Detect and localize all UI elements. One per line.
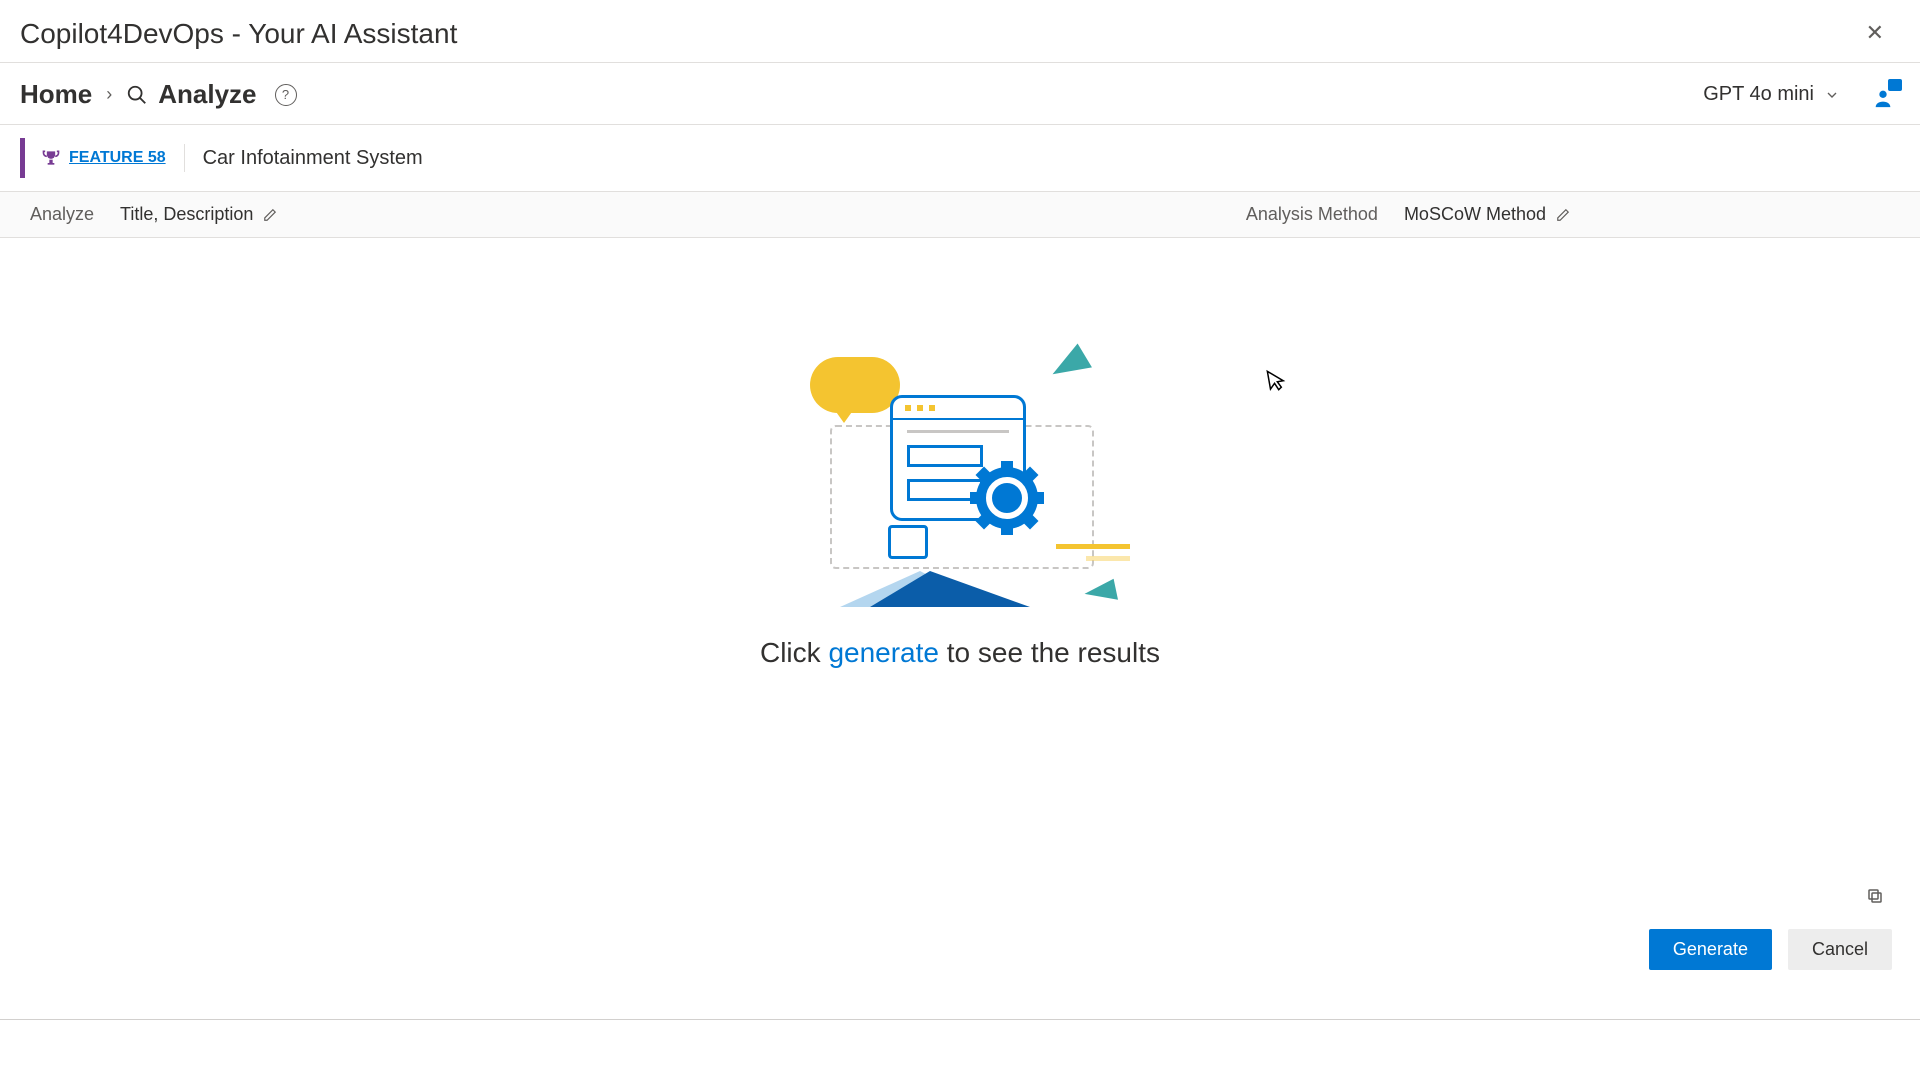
breadcrumb-home[interactable]: Home: [20, 79, 92, 110]
model-selector[interactable]: GPT 4o mini: [1703, 83, 1840, 106]
results-area: Click generate to see the results: [0, 238, 1920, 758]
speech-bubble-icon: [1888, 79, 1902, 91]
feedback-button[interactable]: [1872, 81, 1900, 109]
work-item-accent: [20, 138, 25, 178]
work-item-bar: FEATURE 58 Car Infotainment System: [0, 124, 1920, 192]
close-icon: ✕: [1866, 20, 1884, 45]
trophy-icon: [41, 148, 61, 168]
pencil-icon: [263, 208, 277, 222]
work-item-title: Car Infotainment System: [203, 147, 423, 170]
generate-button[interactable]: Generate: [1649, 929, 1772, 970]
model-selected-label: GPT 4o mini: [1703, 83, 1814, 106]
pencil-icon: [1556, 208, 1570, 222]
footer-divider: [0, 1019, 1920, 1020]
cancel-button[interactable]: Cancel: [1788, 929, 1892, 970]
help-icon[interactable]: ?: [275, 84, 297, 106]
analyze-param-value[interactable]: Title, Description: [120, 204, 277, 225]
analyze-param-label: Analyze: [30, 204, 94, 225]
empty-state-suffix: to see the results: [939, 637, 1160, 668]
breadcrumb-bar: Home › Analyze ? GPT 4o mini: [0, 63, 1920, 124]
cursor-icon: [1265, 367, 1287, 394]
parameters-bar: Analyze Title, Description Analysis Meth…: [0, 192, 1920, 238]
app-title: Copilot4DevOps - Your AI Assistant: [20, 18, 1900, 50]
footer-actions: Generate Cancel: [20, 909, 1892, 970]
empty-state-text: Click generate to see the results: [760, 637, 1160, 669]
work-item-link[interactable]: FEATURE 58: [69, 149, 166, 167]
copy-icon[interactable]: [1866, 887, 1884, 905]
empty-state-illustration: [790, 327, 1130, 607]
search-icon: [126, 84, 148, 106]
empty-state-prefix: Click: [760, 637, 828, 668]
analyze-param-text: Title, Description: [120, 204, 253, 225]
vertical-divider: [184, 144, 185, 172]
method-param-text: MoSCoW Method: [1404, 204, 1546, 225]
chevron-down-icon: [1824, 87, 1840, 103]
chevron-right-icon: ›: [106, 84, 112, 105]
method-param-label: Analysis Method: [1246, 204, 1378, 225]
empty-state-accent: generate: [828, 637, 939, 668]
close-button[interactable]: ✕: [1858, 18, 1892, 48]
method-param-value[interactable]: MoSCoW Method: [1404, 204, 1570, 225]
breadcrumb-current: Analyze: [158, 79, 256, 110]
